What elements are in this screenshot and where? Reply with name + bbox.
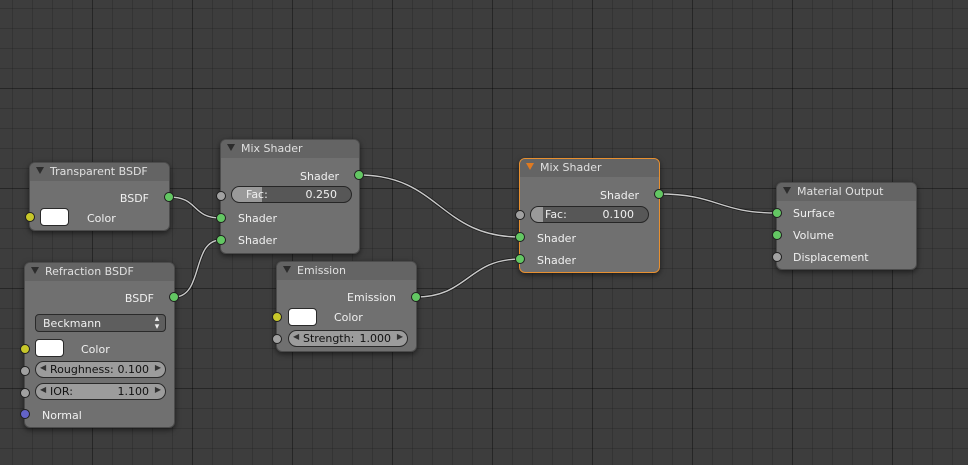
input-socket-roughness[interactable] [20, 366, 30, 376]
strength-label: Strength: [303, 332, 355, 345]
input-socket-shader-2[interactable] [216, 235, 226, 245]
fac-slider[interactable]: Fac: 0.250 [231, 186, 352, 203]
node-header[interactable]: Mix Shader [520, 159, 659, 177]
input-label-normal: Normal [42, 409, 82, 422]
input-socket-shader-1[interactable] [515, 232, 525, 242]
transparent-bsdf-node[interactable]: Transparent BSDF BSDF Color [25, 162, 174, 231]
output-socket-shader[interactable] [354, 170, 364, 180]
ior-field[interactable]: ◀ IOR: 1.100 ▶ [35, 383, 166, 400]
input-socket-fac[interactable] [515, 210, 525, 220]
collapse-triangle-icon[interactable] [526, 163, 534, 170]
output-socket-emission[interactable] [411, 292, 421, 302]
increment-arrow-icon[interactable]: ▶ [155, 363, 161, 372]
distribution-value: Beckmann [43, 317, 102, 330]
fac-value: 0.250 [305, 188, 338, 201]
input-label-color: Color [87, 212, 116, 225]
node-link [173, 239, 222, 298]
output-label-bsdf: BSDF [124, 292, 154, 305]
node-header[interactable]: Material Output [777, 183, 916, 201]
node-link [658, 193, 778, 214]
output-socket-shader[interactable] [654, 189, 664, 199]
decrement-arrow-icon[interactable]: ◀ [40, 363, 46, 372]
node-link-shadow [358, 173, 521, 239]
input-socket-displacement[interactable] [772, 252, 782, 262]
color-swatch[interactable] [35, 339, 64, 357]
input-socket-color[interactable] [25, 212, 35, 222]
input-socket-fac[interactable] [216, 191, 226, 201]
strength-field[interactable]: ◀ Strength: 1.000 ▶ [288, 330, 408, 347]
roughness-label: Roughness: [50, 363, 114, 376]
node-title: Refraction BSDF [45, 265, 134, 278]
fac-slider-fill [531, 207, 543, 222]
up-down-arrows-icon: ▴ ▾ [154, 314, 160, 332]
refraction-bsdf-node[interactable]: Refraction BSDF BSDF Beckmann ▴ ▾ Color ◀… [20, 262, 179, 428]
output-label-emission: Emission [347, 291, 396, 304]
material-output-node[interactable]: Material Output Surface Volume Displacem… [772, 182, 917, 270]
mix-shader-node-2[interactable]: Mix Shader Shader Fac: 0.100 Shader Shad… [515, 158, 664, 273]
collapse-triangle-icon[interactable] [227, 144, 235, 151]
input-label-shader-1: Shader [238, 212, 277, 225]
input-label-color: Color [334, 311, 363, 324]
ior-value: 1.100 [117, 385, 150, 398]
increment-arrow-icon[interactable]: ▶ [155, 385, 161, 394]
node-title: Mix Shader [540, 161, 602, 174]
node-header[interactable]: Refraction BSDF [25, 263, 174, 281]
input-socket-shader-1[interactable] [216, 213, 226, 223]
input-label-color: Color [81, 343, 110, 356]
node-link-shadow [173, 238, 222, 299]
input-label-surface: Surface [793, 207, 835, 220]
collapse-triangle-icon[interactable] [31, 267, 39, 274]
input-socket-surface[interactable] [772, 208, 782, 218]
decrement-arrow-icon[interactable]: ◀ [40, 385, 46, 394]
input-socket-color[interactable] [272, 312, 282, 322]
node-header[interactable]: Transparent BSDF [30, 163, 169, 181]
fac-label: Fac: [246, 188, 268, 201]
node-link-shadow [168, 195, 222, 220]
input-socket-ior[interactable] [20, 388, 30, 398]
input-socket-volume[interactable] [772, 230, 782, 240]
input-socket-shader-2[interactable] [515, 254, 525, 264]
node-link [168, 196, 222, 219]
mix-shader-node-1[interactable]: Mix Shader Shader Fac: 0.250 Shader Shad… [216, 139, 364, 254]
input-label-shader-2: Shader [537, 254, 576, 267]
strength-value: 1.000 [359, 332, 392, 345]
output-label-shader: Shader [300, 170, 339, 183]
roughness-value: 0.100 [117, 363, 150, 376]
collapse-triangle-icon[interactable] [36, 167, 44, 174]
node-title: Transparent BSDF [50, 165, 148, 178]
input-label-displacement: Displacement [793, 251, 869, 264]
input-label-shader-2: Shader [238, 234, 277, 247]
fac-slider[interactable]: Fac: 0.100 [530, 206, 649, 223]
input-socket-normal[interactable] [20, 409, 30, 419]
emission-node[interactable]: Emission Emission Color ◀ Strength: 1.00… [272, 261, 421, 352]
node-header[interactable]: Emission [277, 262, 416, 280]
output-label-bsdf: BSDF [119, 192, 149, 205]
node-title: Mix Shader [241, 142, 303, 155]
fac-label: Fac: [545, 208, 567, 221]
output-socket-bsdf[interactable] [164, 192, 174, 202]
input-socket-color[interactable] [20, 344, 30, 354]
output-label-shader: Shader [600, 189, 639, 202]
collapse-triangle-icon[interactable] [783, 187, 791, 194]
fac-value: 0.100 [602, 208, 635, 221]
node-link [415, 258, 521, 298]
node-title: Material Output [797, 185, 884, 198]
node-link-shadow [658, 192, 778, 215]
input-label-shader-1: Shader [537, 232, 576, 245]
collapse-triangle-icon[interactable] [283, 266, 291, 273]
decrement-arrow-icon[interactable]: ◀ [293, 332, 299, 341]
roughness-field[interactable]: ◀ Roughness: 0.100 ▶ [35, 361, 166, 378]
input-socket-strength[interactable] [272, 334, 282, 344]
distribution-dropdown[interactable]: Beckmann ▴ ▾ [35, 314, 166, 332]
node-link-shadow [415, 257, 521, 299]
ior-label: IOR: [50, 385, 73, 398]
input-label-volume: Volume [793, 229, 834, 242]
color-swatch[interactable] [40, 208, 69, 226]
color-swatch[interactable] [288, 308, 317, 326]
output-socket-bsdf[interactable] [169, 292, 179, 302]
increment-arrow-icon[interactable]: ▶ [397, 332, 403, 341]
node-title: Emission [297, 264, 346, 277]
node-link [358, 174, 521, 238]
node-header[interactable]: Mix Shader [221, 140, 359, 158]
